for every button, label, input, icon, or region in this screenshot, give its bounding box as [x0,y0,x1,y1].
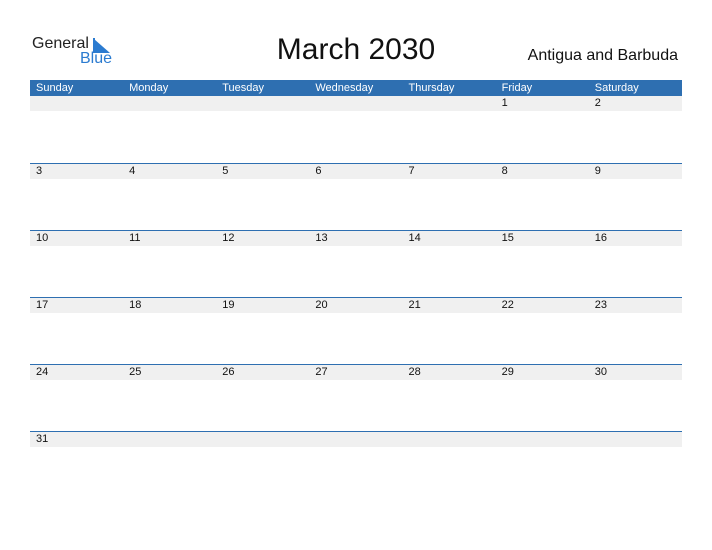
day-cell [30,96,123,111]
week-day-band: 3 4 5 6 7 8 9 [30,164,682,179]
day-cell: 12 [222,232,235,244]
country-label: Antigua and Barbuda [527,47,678,64]
week-day-band: 17 18 19 20 21 22 23 [30,298,682,313]
day-cell [403,96,496,111]
weekday-saturday: Saturday [594,82,639,94]
day-cell: 4 [129,165,136,177]
day-cell: 10 [36,232,49,244]
day-cell: 15 [501,232,514,244]
day-cell [309,432,402,447]
week-row: 31 [30,431,682,498]
day-cell: 28 [408,366,421,378]
day-cell: 16 [594,232,607,244]
day-cell: 31 [36,433,49,445]
week-row: 24 25 26 27 28 29 30 [30,364,682,431]
day-cell: 25 [129,366,142,378]
day-cell: 22 [501,299,514,311]
day-cell: 21 [408,299,421,311]
day-cell: 29 [501,366,514,378]
day-cell: 17 [36,299,49,311]
weekday-friday: Friday [501,82,533,94]
weekday-tuesday: Tuesday [222,82,265,94]
week-day-band: 31 [30,432,682,447]
day-cell: 27 [315,366,328,378]
day-cell [496,432,589,447]
day-cell: 6 [315,165,322,177]
day-cell: 11 [129,232,141,244]
weekday-header: Sunday Monday Tuesday Wednesday Thursday… [30,80,682,96]
day-cell: 30 [594,366,607,378]
week-day-band: 10 11 12 13 14 15 16 [30,231,682,246]
day-cell: 20 [315,299,328,311]
week-row: 3 4 5 6 7 8 9 [30,163,682,230]
day-cell: 1 [501,97,508,109]
day-cell: 3 [36,165,43,177]
week-row: 17 18 19 20 21 22 23 [30,297,682,364]
day-cell [589,432,682,447]
weekday-thursday: Thursday [408,82,455,94]
day-cell: 26 [222,366,235,378]
week-row: 10 11 12 13 14 15 16 [30,230,682,297]
day-cell: 24 [36,366,49,378]
weekday-monday: Monday [129,82,169,94]
day-cell [123,96,216,111]
weekday-wednesday: Wednesday [315,82,374,94]
day-cell: 8 [501,165,508,177]
day-cell: 14 [408,232,421,244]
day-cell: 5 [222,165,229,177]
day-cell [216,96,309,111]
day-cell: 2 [594,97,601,109]
day-cell: 18 [129,299,142,311]
day-cell: 19 [222,299,235,311]
day-cell: 23 [594,299,607,311]
day-cell [309,96,402,111]
day-cell [216,432,309,447]
day-cell [123,432,216,447]
week-day-band: 12 [30,96,682,111]
day-cell: 13 [315,232,328,244]
day-cell [403,432,496,447]
day-cell: 9 [594,165,601,177]
weekday-sunday: Sunday [36,82,74,94]
week-row: 12 [30,96,682,163]
day-cell: 7 [408,165,415,177]
calendar-grid: Sunday Monday Tuesday Wednesday Thursday… [30,80,682,498]
week-day-band: 24 25 26 27 28 29 30 [30,365,682,380]
